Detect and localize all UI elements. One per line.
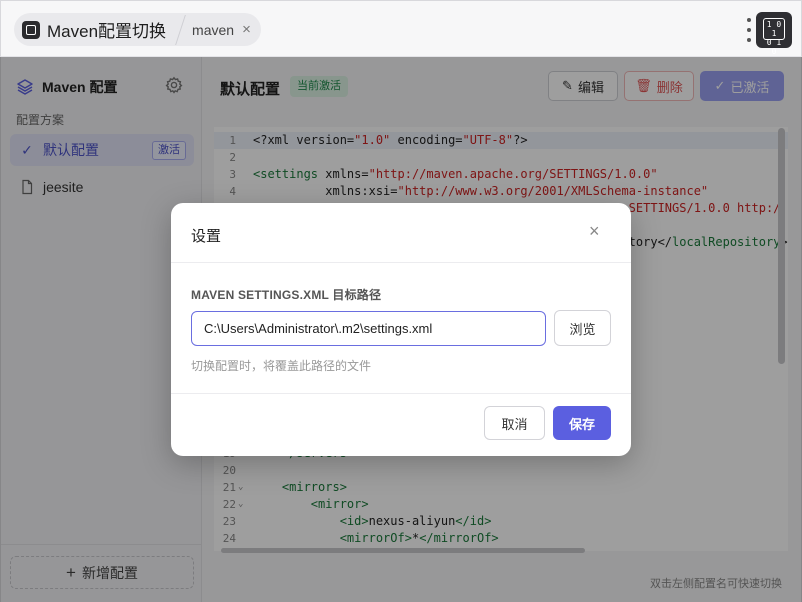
title-bar: Maven配置切换 maven × 1 0 10 1 0 bbox=[0, 0, 802, 57]
tab-separator bbox=[174, 13, 188, 46]
path-field-label: MAVEN SETTINGS.XML 目标路径 bbox=[191, 288, 382, 302]
window-tab-group[interactable]: Maven配置切换 maven × bbox=[14, 13, 261, 46]
path-help-text: 切换配置时，将覆盖此路径的文件 bbox=[191, 359, 372, 373]
dialog-footer-divider bbox=[171, 393, 631, 394]
settings-path-input[interactable] bbox=[191, 311, 546, 346]
app-title: Maven配置切换 bbox=[47, 22, 167, 41]
dialog-divider bbox=[171, 262, 631, 263]
tab-maven[interactable]: maven bbox=[192, 22, 234, 38]
settings-dialog: 设置 × MAVEN SETTINGS.XML 目标路径 浏览 切换配置时，将覆… bbox=[171, 203, 631, 456]
dialog-title: 设置 bbox=[191, 228, 222, 245]
save-button[interactable]: 保存 bbox=[553, 406, 611, 440]
tab-close-icon[interactable]: × bbox=[242, 22, 251, 37]
browse-button[interactable]: 浏览 bbox=[554, 310, 611, 346]
binary-icon[interactable]: 1 0 10 1 0 bbox=[756, 12, 792, 56]
cancel-button[interactable]: 取消 bbox=[484, 406, 545, 440]
more-menu-icon[interactable] bbox=[746, 18, 752, 42]
close-icon[interactable]: × bbox=[589, 222, 600, 240]
app-icon bbox=[22, 20, 40, 39]
